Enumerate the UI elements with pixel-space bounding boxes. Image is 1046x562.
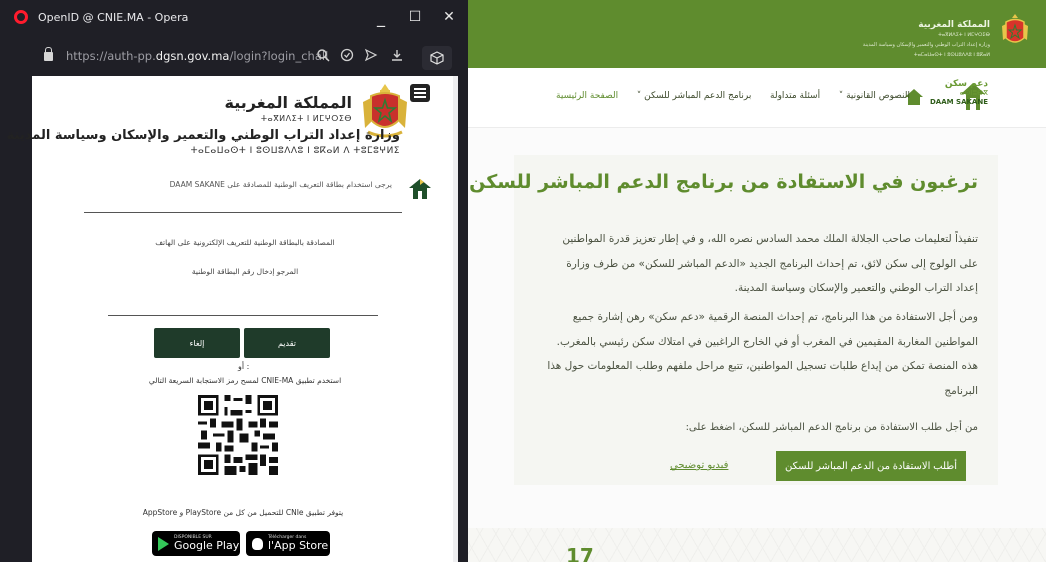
close-icon[interactable]: ✕ [438, 6, 460, 28]
or-separator: أو : [238, 362, 250, 371]
maximize-icon[interactable]: ☐ [404, 6, 426, 28]
nav-direct-support-program[interactable]: برنامج الدعم المباشر للسكن ˅ [637, 91, 752, 101]
video-link[interactable]: فيديو توضيحي [670, 460, 728, 471]
site-nav-menu: الصفحة الرئيسية برنامج الدعم المباشر للس… [556, 91, 910, 101]
decorative-pattern [463, 528, 1046, 562]
google-play-button[interactable]: DISPONIBLE SUR Google Play [152, 531, 240, 556]
moroccan-emblem-icon [1002, 14, 1028, 43]
cube-icon [430, 51, 444, 65]
window-left-frame [0, 76, 32, 562]
qr-instruction: استخدم تطبيق CNIE-MA لمسح رمز الاستجابة … [148, 376, 342, 385]
phone-auth-label: المصادقة بالبطاقة الوطنية للتعريف الإلكت… [155, 238, 335, 247]
site-header-text: المملكة المغربية ⵜⴰⴳⵍⴷⵉⵜ ⵏ ⵍⵎⵖⵔⵉⴱ وزارة … [863, 20, 990, 60]
submit-button[interactable]: تقديم [244, 328, 330, 358]
info-heading: ترغبون في الاستفادة من برنامج الدعم المب… [469, 171, 978, 193]
minimize-icon[interactable]: _ [370, 6, 392, 28]
site-brand[interactable]: دعم سكن ⴰⵙⵏⵓⴱⴳ DAAM SAKANE [930, 80, 988, 107]
app-store-button[interactable]: Télécharger dans l'App Store [246, 531, 330, 556]
brand-tifinagh: ⴰⵙⵏⵓⴱⴳ [959, 89, 988, 97]
login-intro-text: يرجى استخدام بطاقة التعريف الوطنية للمصا… [169, 180, 392, 189]
browser-popup-window: OpenID @ CNIE.MA - Opera _ ☐ ✕ https://a… [0, 0, 468, 562]
info-paragraph-3: من أجل طلب الاستفادة من برنامج الدعم الم… [685, 422, 978, 433]
url-path: /login?login_chall [229, 49, 329, 63]
kingdom-title: المملكة المغربية [224, 93, 353, 112]
cancel-button[interactable]: إلغاء [154, 328, 240, 358]
url-field[interactable]: https://auth-pp.dgsn.gov.ma/login?login_… [66, 49, 328, 63]
cin-label: المرجو إدخال رقم البطاقة الوطنية [191, 267, 299, 276]
daam-sakane-small-logo-icon [409, 179, 431, 199]
brand-latin: DAAM SAKANE [930, 98, 988, 106]
send-icon[interactable] [364, 48, 378, 62]
address-bar: https://auth-pp.dgsn.gov.ma/login?login_… [0, 36, 468, 76]
ministry-title: وزارة إعداد التراب الوطني والتعمير والإس… [6, 128, 400, 143]
divider [84, 212, 402, 213]
menu-icon[interactable] [410, 84, 430, 102]
extensions-button[interactable] [422, 46, 452, 70]
lock-icon[interactable] [44, 47, 53, 61]
nav-legal-texts[interactable]: النصوص القانونية ˅ [839, 91, 910, 101]
window-title: OpenID @ CNIE.MA - Opera [38, 11, 189, 24]
site-ministry-name: وزارة إعداد التراب الوطني والتعمير والإس… [862, 42, 990, 48]
google-play-icon [158, 536, 169, 551]
google-play-small: DISPONIBLE SUR [174, 535, 212, 540]
url-domain: dgsn.gov.ma [155, 49, 230, 63]
ministry-tifinagh: ⵜⴰⵎⴰⵡⴰⵙⵜ ⵏ ⵓⵙⵡⵓⴷⴷⵓ ⵏ ⵓⴽⴰⵍ ⴷ ⵜⵓⵎⵓⵖⵍⵉ [190, 146, 400, 156]
window-right-frame [458, 76, 468, 562]
window-titlebar: OpenID @ CNIE.MA - Opera _ ☐ ✕ [0, 0, 468, 36]
brand-arabic: دعم سكن [944, 79, 988, 89]
url-prefix: https://auth-pp. [66, 49, 156, 63]
site-kingdom-tifinagh: ⵜⴰⴳⵍⴷⵉⵜ ⵏ ⵍⵎⵖⵔⵉⴱ [938, 32, 990, 38]
google-play-label: Google Play [174, 539, 240, 552]
info-paragraph-1: تنفيذاً لتعليمات صاحب الجلالة الملك محمد… [562, 233, 978, 294]
page-number: 17 [566, 544, 594, 562]
qr-code [195, 392, 281, 478]
shield-icon[interactable] [340, 48, 354, 62]
site-ministry-tifinagh: ⵜⴰⵎⴰⵡⴰⵙⵜ ⵏ ⵓⵙⵡⵓⴷⴷⵓ ⵏ ⵓⴽⴰⵍ [913, 52, 990, 58]
info-paragraph-2: ومن أجل الاستفادة من هذا البرنامج، تم إح… [547, 311, 978, 397]
nav-faq[interactable]: أسئلة متداولة [770, 91, 820, 101]
site-kingdom-title: المملكة المغربية [918, 20, 990, 30]
nav-home[interactable]: الصفحة الرئيسية [556, 91, 618, 101]
cin-input[interactable] [108, 299, 378, 316]
apple-icon [252, 537, 263, 550]
search-icon[interactable] [316, 48, 330, 62]
download-icon[interactable] [390, 48, 404, 62]
app-store-small: Télécharger dans [268, 535, 307, 540]
store-availability-text: يتوفر تطبيق CNIe للتحميل من كل من PlaySt… [142, 508, 344, 517]
apply-button[interactable]: أطلب الاستفادة من الدعم المباشر للسكن [776, 451, 966, 481]
kingdom-tifinagh: ⵜⴰⴳⵍⴷⵉⵜ ⵏ ⵍⵎⵖⵔⵉⴱ [260, 114, 352, 123]
app-store-label: l'App Store [268, 539, 329, 552]
opera-logo-icon [14, 10, 28, 24]
